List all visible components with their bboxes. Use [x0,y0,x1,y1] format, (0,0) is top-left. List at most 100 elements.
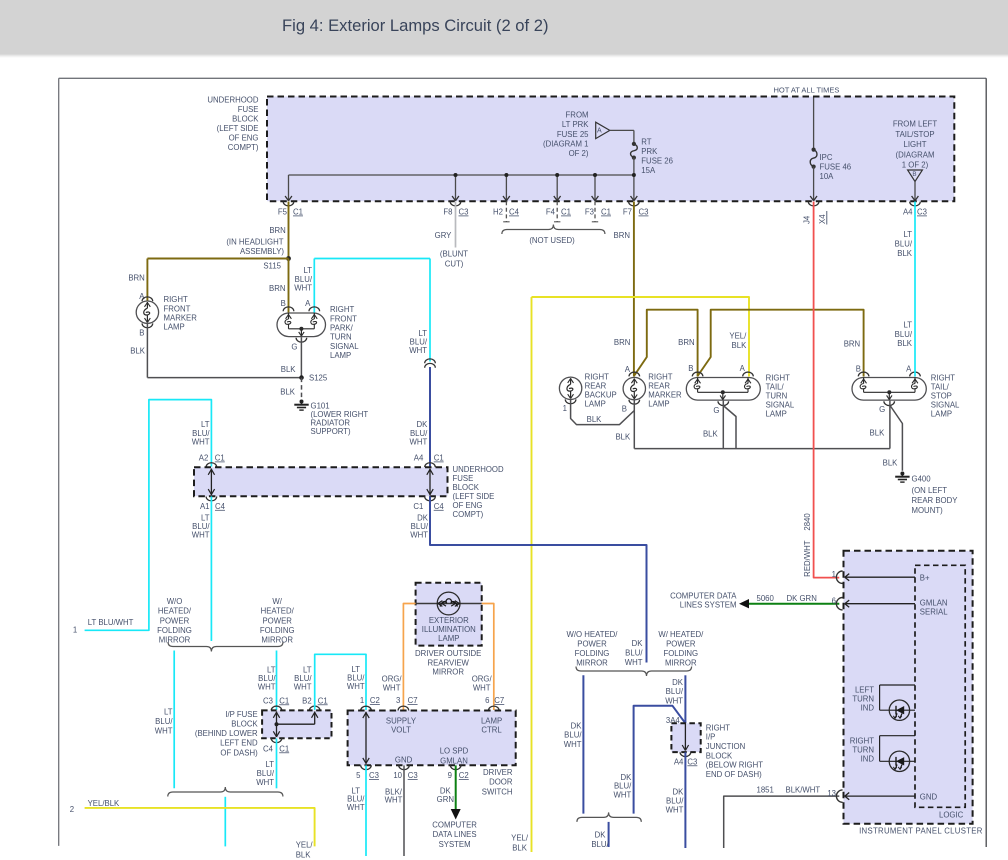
svg-text:WHT: WHT [294,682,312,691]
svg-text:W/O HEATED/: W/O HEATED/ [567,630,619,639]
svg-text:RIGHT: RIGHT [585,372,609,381]
svg-text:BLU/: BLU/ [295,275,313,284]
svg-text:BLU/: BLU/ [155,717,173,726]
svg-text:SIGNAL: SIGNAL [766,401,795,410]
svg-text:EXTERIOR: EXTERIOR [429,616,469,625]
svg-text:BLOCK: BLOCK [453,483,480,492]
svg-text:1 OF 2): 1 OF 2) [902,161,929,170]
svg-text:BLU/: BLU/ [410,429,428,438]
svg-text:C1: C1 [215,454,225,463]
svg-text:BLK: BLK [512,843,528,852]
svg-text:JUNCTION: JUNCTION [706,742,745,751]
svg-text:GMLAN: GMLAN [440,756,468,765]
svg-text:9: 9 [448,771,452,780]
svg-text:2: 2 [70,805,74,814]
svg-text:COMPUTER DATA: COMPUTER DATA [670,592,737,601]
svg-text:BRN: BRN [614,338,630,347]
svg-text:LT BLU/WHT: LT BLU/WHT [88,618,134,627]
svg-text:RED/WHT: RED/WHT [803,540,812,577]
svg-text:J4: J4 [803,215,812,224]
svg-text:(BELOW RIGHT: (BELOW RIGHT [706,761,763,770]
svg-text:POWER: POWER [577,640,607,649]
svg-text:WHT: WHT [385,796,403,805]
svg-text:F8: F8 [443,208,452,217]
svg-text:ORG/: ORG/ [382,674,403,683]
svg-text:SUPPLY: SUPPLY [386,717,417,726]
svg-text:LIGHT: LIGHT [904,140,927,149]
svg-text:WHT: WHT [256,778,274,787]
svg-text:FUSE 25: FUSE 25 [557,130,589,139]
svg-text:BLK: BLK [615,433,631,442]
svg-text:DRIVER OUTSIDE: DRIVER OUTSIDE [415,649,481,658]
svg-text:BLK: BLK [732,341,748,350]
svg-text:FRONT: FRONT [164,304,191,313]
svg-text:C1: C1 [279,744,289,753]
svg-text:RIGHT: RIGHT [330,305,354,314]
svg-text:LT: LT [265,760,274,769]
svg-text:C2: C2 [370,696,380,705]
svg-text:C1: C1 [434,454,444,463]
svg-text:BLU/: BLU/ [666,687,684,696]
svg-text:C1: C1 [279,696,289,705]
svg-text:SUPPORT): SUPPORT) [311,427,352,436]
svg-text:UNDERHOOD: UNDERHOOD [207,96,258,105]
svg-text:BLK: BLK [703,429,719,438]
svg-text:YEL/: YEL/ [511,833,529,842]
svg-text:UNDERHOOD: UNDERHOOD [453,465,504,474]
svg-text:WHT: WHT [192,531,210,540]
svg-text:RIGHT: RIGHT [164,295,188,304]
svg-text:(DIAGRAM: (DIAGRAM [896,150,935,159]
svg-text:BRN: BRN [128,274,144,283]
svg-text:WHT: WHT [625,658,643,667]
svg-text:DK: DK [672,678,684,687]
svg-text:10A: 10A [820,172,835,181]
svg-text:FUSE: FUSE [238,105,259,114]
svg-text:LT: LT [303,266,312,275]
svg-text:S115: S115 [263,262,281,271]
svg-text:B: B [139,329,144,338]
svg-text:RIGHT: RIGHT [766,373,790,382]
svg-text:MIRROR: MIRROR [665,658,697,667]
svg-text:VOLT: VOLT [391,726,411,735]
svg-text:BLOCK: BLOCK [706,751,733,760]
svg-text:C4: C4 [263,744,274,753]
svg-text:LAMP: LAMP [481,717,502,726]
svg-text:SIGNAL: SIGNAL [330,342,359,351]
svg-text:F3: F3 [585,208,594,217]
svg-text:WHT: WHT [410,438,428,447]
svg-text:WHT: WHT [258,682,276,691]
svg-text:YEL/: YEL/ [729,331,747,340]
svg-text:A4: A4 [414,454,424,463]
svg-text:POWER: POWER [160,616,190,625]
svg-text:I/P: I/P [706,733,716,742]
svg-text:RT: RT [641,138,651,147]
svg-text:DK: DK [620,773,632,782]
svg-text:X4: X4 [818,214,827,224]
svg-text:C3: C3 [687,757,697,766]
svg-text:BLK: BLK [280,387,296,396]
svg-text:C3: C3 [369,771,379,780]
svg-text:B: B [622,404,627,413]
svg-text:LAMP: LAMP [585,400,606,409]
svg-text:END OF DASH): END OF DASH) [706,770,762,779]
svg-text:A: A [740,364,746,373]
svg-text:FOLDING: FOLDING [663,649,698,658]
svg-text:REARVIEW: REARVIEW [427,658,469,667]
svg-text:BLK: BLK [296,850,312,859]
svg-text:CTRL: CTRL [481,726,502,735]
svg-text:BLK: BLK [897,249,913,258]
svg-text:LT: LT [201,420,210,429]
svg-text:GMLAN: GMLAN [920,599,948,608]
svg-text:W/ HEATED/: W/ HEATED/ [658,630,704,639]
svg-text:B: B [856,365,861,374]
svg-text:WHT: WHT [473,684,491,693]
svg-text:MIRROR: MIRROR [159,636,191,645]
svg-text:LT: LT [164,707,173,716]
svg-text:BRN: BRN [269,284,285,293]
svg-text:C3: C3 [917,208,927,217]
svg-text:TURN: TURN [852,745,874,754]
svg-text:BLU/: BLU/ [564,731,582,740]
svg-text:LAMP: LAMP [330,351,351,360]
svg-text:C1: C1 [318,696,328,705]
svg-text:REAR BODY: REAR BODY [912,496,959,505]
